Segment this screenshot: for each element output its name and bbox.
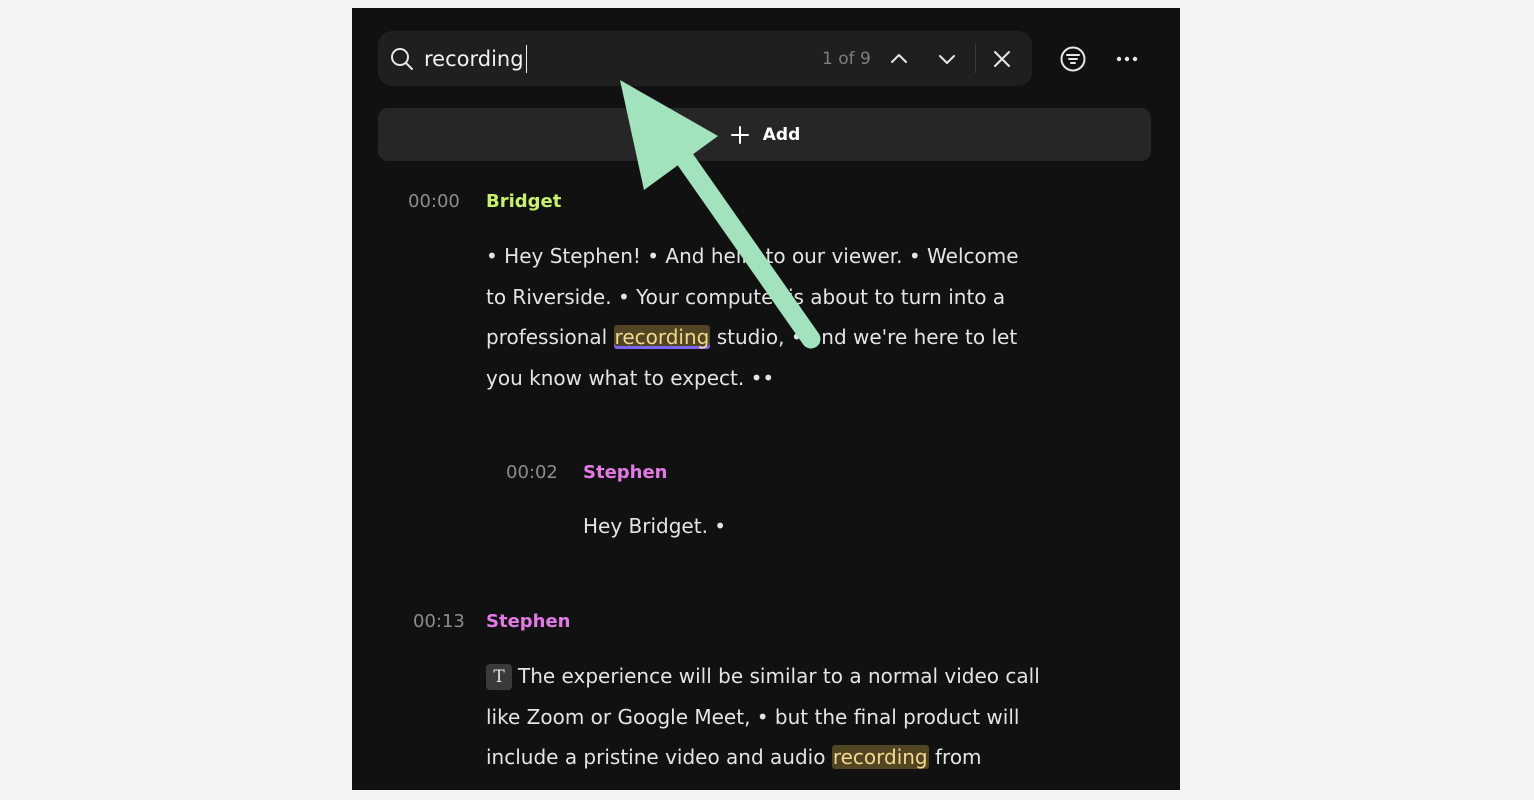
chevron-up-icon[interactable] [886,46,912,72]
transcript-text: professional [486,325,614,349]
plus-icon [730,125,749,144]
transcript-panel: recording 1 of 9 Add 00:00 Bridget • Hey… [352,8,1180,790]
search-icon [391,48,413,70]
search-input[interactable]: recording [424,45,527,73]
text-edit-icon[interactable]: T [486,664,512,690]
transcript-text: studio, • and we're here to let [710,325,1018,349]
timestamp[interactable]: 00:02 [506,461,558,485]
transcript-text: from [928,745,982,769]
transcript-line: to Riverside. • Your computer is about t… [486,284,1006,309]
transcript-text: include a pristine video and audio [486,745,832,769]
speaker-name: Bridget [486,191,562,212]
search-divider [975,44,976,73]
search-match-current: recording [613,325,711,349]
transcript-line: include a pristine video and audio recor… [486,737,1040,778]
add-button-label: Add [762,124,801,145]
transcript-paragraph[interactable]: T The experience will be similar to a nor… [486,656,1040,778]
close-icon[interactable] [989,46,1015,72]
transcript-line: Hey Bridget. • [583,514,727,538]
chevron-down-icon[interactable] [934,46,960,72]
transcript-line: you know what to expect. •• [486,365,775,390]
transcript-paragraph[interactable]: Hey Bridget. • [583,506,726,547]
filter-icon[interactable] [1058,44,1088,74]
transcript-text: The experience will be similar to a norm… [518,664,1040,688]
transcript-paragraph[interactable]: • Hey Stephen! • And hello to our viewer… [486,236,1019,398]
transcript-line: • Hey Stephen! • And hello to our viewer… [486,244,1019,268]
speaker-name: Stephen [583,462,668,483]
timestamp[interactable]: 00:13 [413,610,465,634]
timestamp[interactable]: 00:00 [408,190,460,214]
transcript-line: T The experience will be similar to a nor… [486,656,1040,697]
match-counter: 1 of 9 [822,49,871,69]
more-horizontal-icon[interactable] [1112,44,1142,74]
transcript-line: like Zoom or Google Meet, • but the fina… [486,704,1020,729]
search-match: recording [831,745,929,769]
speaker-name: Stephen [486,611,571,632]
transcript-line: professional recording studio, • and we'… [486,317,1019,358]
add-button[interactable]: Add [378,108,1151,161]
search-bar[interactable]: recording 1 of 9 [378,31,1032,86]
